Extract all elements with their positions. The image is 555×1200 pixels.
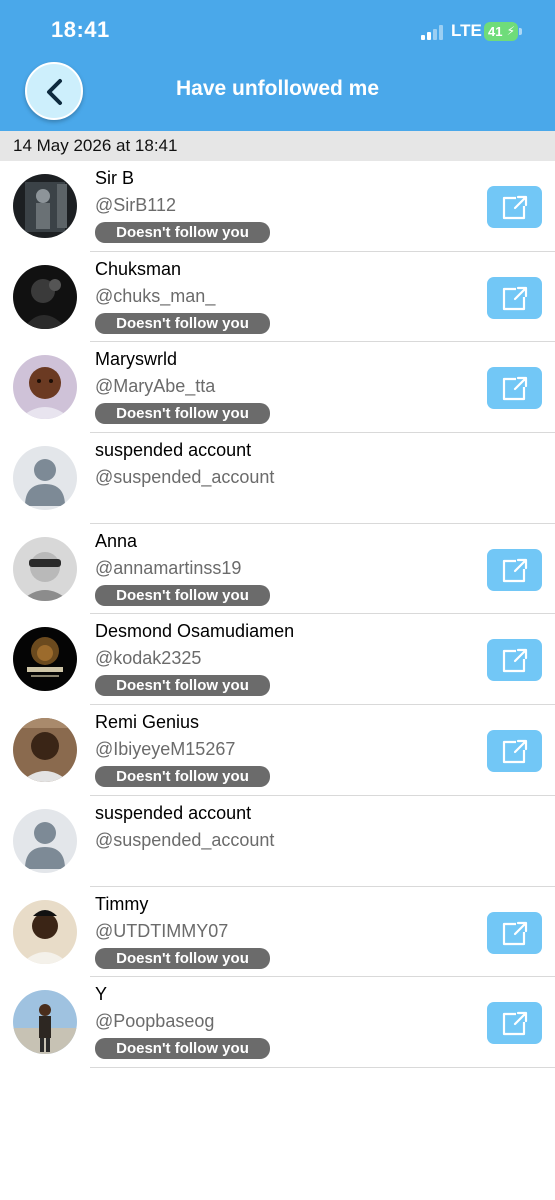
avatar (13, 899, 77, 964)
app-header: 18:41 LTE 41 ⚡ Have unfollowed me (0, 0, 555, 131)
user-handle: @kodak2325 (95, 648, 202, 669)
open-profile-button[interactable] (487, 911, 542, 954)
battery-cap (519, 28, 522, 35)
default-avatar-icon (13, 446, 77, 511)
user-handle: @SirB112 (95, 195, 176, 215)
user-handle: @IbiyeyeM15267 (95, 739, 236, 760)
battery-icon: 41 ⚡ (484, 22, 518, 41)
row-divider (90, 1066, 555, 1068)
user-name: Desmond Osamudiamen (95, 621, 295, 642)
follow-status-badge: Doesn't follow you (95, 947, 270, 969)
default-avatar-icon (13, 808, 77, 873)
user-name: Sir B (95, 168, 135, 188)
open-profile-button[interactable] (487, 639, 542, 682)
status-time: 18:41 (51, 17, 110, 42)
charging-bolt-icon: ⚡ (506, 24, 515, 38)
user-name: Anna (95, 530, 138, 551)
user-handle: @suspended_account (95, 467, 275, 488)
open-profile-button[interactable] (487, 548, 542, 591)
user-row[interactable]: Sir B @SirB112 Doesn't follow you (0, 161, 555, 252)
follow-status-badge: Doesn't follow you (95, 766, 270, 788)
user-name: Maryswrld (95, 349, 178, 370)
signal-icon (421, 24, 447, 40)
avatar (13, 355, 77, 420)
date-header: 14 May 2026 at 18:41 (0, 131, 555, 161)
user-row[interactable]: Anna @annamartinss19 Doesn't follow you (0, 524, 555, 615)
user-row[interactable]: Maryswrld @MaryAbe_tta Doesn't follow you (0, 342, 555, 434)
follow-status-badge: Doesn't follow you (95, 1038, 270, 1060)
user-name: Timmy (95, 893, 149, 914)
unfollowers-list: Sir B @SirB112 Doesn't follow you Chuksman @… (0, 161, 555, 1068)
user-name: Remi Genius (95, 712, 200, 733)
user-name: suspended account (95, 440, 252, 461)
user-handle: @annamartinss19 (95, 557, 242, 578)
user-row[interactable]: Desmond Osamudiamen @kodak2325 Doesn't fol… (0, 614, 555, 706)
page-title: Have unfollowed me (175, 77, 380, 100)
avatar (13, 627, 77, 692)
user-name: suspended account (95, 802, 252, 823)
avatar (13, 990, 77, 1055)
user-name: Chuksman (95, 258, 182, 279)
follow-status-badge: Doesn't follow you (95, 222, 270, 243)
user-row[interactable]: Remi Genius @IbiyeyeM15267 Doesn't follow … (0, 705, 555, 796)
user-handle: @Poopbaseog (95, 1011, 215, 1032)
open-profile-button[interactable] (487, 186, 542, 228)
open-profile-button[interactable] (487, 276, 542, 319)
avatar (13, 174, 77, 238)
network-type: LTE (451, 21, 482, 40)
user-row[interactable]: Chuksman @chuks_man_ Doesn't follow you (0, 252, 555, 343)
open-profile-button[interactable] (487, 730, 542, 773)
follow-status-badge: Doesn't follow you (95, 675, 270, 697)
avatar (13, 264, 77, 329)
avatar (13, 718, 77, 783)
user-handle: @MaryAbe_tta (95, 376, 216, 397)
follow-status-badge: Doesn't follow you (95, 584, 270, 606)
follow-status-badge: Doesn't follow you (95, 312, 270, 334)
battery-level: 41 (488, 24, 503, 39)
open-profile-button[interactable] (487, 1002, 542, 1045)
avatar (13, 536, 77, 601)
follow-status-badge: Doesn't follow you (95, 403, 270, 425)
user-row[interactable]: Y @Poopbaseog Doesn't follow you (0, 977, 555, 1068)
user-name: Y (95, 984, 108, 1005)
user-handle: @chuks_man_ (95, 285, 216, 306)
user-row[interactable]: suspended account @suspended_account (0, 433, 555, 524)
user-row[interactable]: Timmy @UTDTIMMY07 Doesn't follow you (0, 887, 555, 978)
user-handle: @suspended_account (95, 829, 275, 850)
user-handle: @UTDTIMMY07 (95, 920, 229, 941)
open-profile-button[interactable] (487, 367, 542, 410)
user-row[interactable]: suspended account @suspended_account (0, 796, 555, 887)
